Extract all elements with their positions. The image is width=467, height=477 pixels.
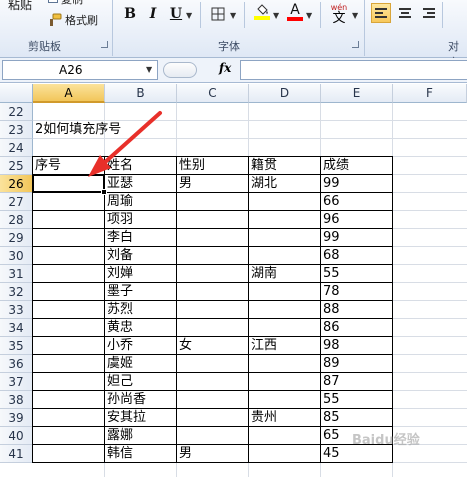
- underline-dropdown-icon[interactable]: ▼: [186, 11, 192, 20]
- underline-button[interactable]: U: [166, 4, 186, 24]
- align-right-button[interactable]: [419, 3, 439, 23]
- borders-button[interactable]: [208, 4, 228, 24]
- annotation-arrow-shaft: [101, 111, 162, 166]
- align-line: [375, 16, 387, 18]
- align-line: [375, 12, 383, 14]
- alignment-divider: [442, 2, 443, 28]
- fill-color-swatch: [254, 16, 270, 20]
- underline-label: U: [169, 6, 183, 22]
- worksheet-grid[interactable]: A B C D E F 22 23 24 25 26 27 28 29 30 31 32 33 34 35 36 37 38…: [0, 84, 467, 477]
- copy-button[interactable]: 复制: [48, 0, 108, 6]
- align-line: [427, 12, 435, 14]
- align-center-button[interactable]: [395, 3, 415, 23]
- align-line: [423, 8, 435, 10]
- copy-icon: [48, 0, 58, 3]
- format-painter-button[interactable]: 格式刷: [48, 11, 110, 29]
- align-line: [423, 16, 435, 18]
- align-line: [399, 8, 411, 10]
- font-color-dropdown-icon[interactable]: ▼: [306, 11, 312, 20]
- paste-label: 粘贴: [7, 0, 32, 12]
- fx-icon[interactable]: fx: [219, 61, 231, 75]
- borders-dropdown-icon[interactable]: ▼: [230, 11, 236, 20]
- phonetic-char: 文: [332, 10, 346, 26]
- format-painter-label: 格式刷: [65, 14, 98, 27]
- ribbon: 粘贴 复制 格式刷 剪贴板 B I U ▼ ▼ ▼ A ▼ wén: [0, 0, 467, 69]
- fill-color-button[interactable]: [252, 2, 272, 22]
- font-divider: [244, 2, 245, 28]
- copy-label: 复制: [61, 0, 83, 7]
- align-line: [401, 12, 409, 14]
- formula-input[interactable]: [240, 60, 467, 80]
- italic-button[interactable]: I: [143, 4, 163, 24]
- font-divider: [200, 2, 201, 28]
- group-divider: [364, 0, 365, 56]
- phonetic-button[interactable]: wén 文: [326, 1, 352, 27]
- name-box[interactable]: A26: [2, 60, 158, 80]
- font-launcher-icon[interactable]: [352, 41, 359, 48]
- borders-icon: [211, 7, 225, 21]
- name-box-value: A26: [59, 63, 83, 77]
- paint-bucket-icon: [257, 4, 268, 15]
- align-left-button[interactable]: [371, 3, 391, 23]
- font-group-label: 字体: [218, 40, 240, 53]
- italic-label: I: [149, 6, 157, 22]
- formula-bar-resize-handle[interactable]: [163, 62, 197, 78]
- format-painter-icon: [50, 13, 62, 26]
- align-line: [399, 16, 411, 18]
- watermark: Baidu经验: [352, 433, 420, 448]
- font-divider: [320, 2, 321, 28]
- align-line: [375, 8, 387, 10]
- paste-button[interactable]: 粘贴: [0, 0, 40, 14]
- annotation-arrow: [88, 111, 162, 177]
- font-color-a-icon: A: [290, 2, 300, 18]
- group-divider: [112, 0, 113, 56]
- bold-button[interactable]: B: [120, 4, 140, 24]
- phonetic-dropdown-icon[interactable]: ▼: [352, 11, 358, 20]
- fill-color-dropdown-icon[interactable]: ▼: [273, 11, 279, 20]
- font-color-button[interactable]: A: [285, 2, 305, 22]
- bold-label: B: [124, 6, 136, 22]
- formula-bar: A26 ▼ fx: [0, 58, 467, 83]
- name-box-dropdown-icon[interactable]: ▼: [146, 65, 152, 74]
- clipboard-launcher-icon[interactable]: [101, 41, 108, 48]
- clipboard-group-label: 剪贴板: [28, 40, 61, 53]
- font-color-swatch: [287, 17, 303, 21]
